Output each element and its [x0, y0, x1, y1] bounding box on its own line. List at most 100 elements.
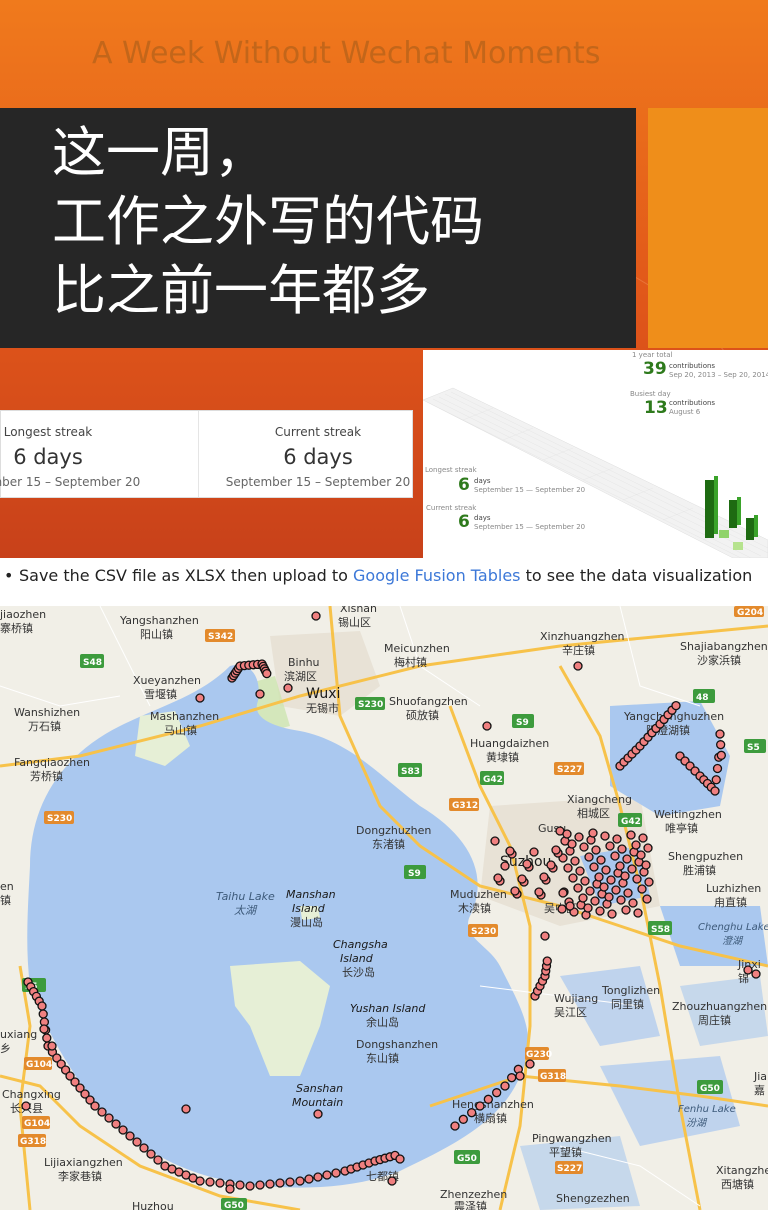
marker[interactable] — [612, 834, 622, 844]
marker[interactable] — [539, 872, 549, 882]
marker[interactable] — [153, 1155, 163, 1165]
marker[interactable] — [525, 1059, 535, 1069]
marker[interactable] — [500, 861, 510, 871]
marker[interactable] — [387, 1176, 397, 1186]
marker[interactable] — [542, 956, 552, 966]
marker[interactable] — [551, 845, 561, 855]
marker[interactable] — [565, 901, 575, 911]
marker[interactable] — [580, 876, 590, 886]
marker[interactable] — [562, 829, 572, 839]
marker[interactable] — [596, 855, 606, 865]
marker[interactable] — [633, 908, 643, 918]
marker[interactable] — [313, 1172, 323, 1182]
marker[interactable] — [563, 863, 573, 873]
marker[interactable] — [111, 1119, 121, 1129]
marker[interactable] — [637, 884, 647, 894]
marker[interactable] — [631, 840, 641, 850]
marker[interactable] — [605, 841, 615, 851]
marker[interactable] — [245, 1181, 255, 1191]
marker[interactable] — [617, 844, 627, 854]
marker[interactable] — [493, 873, 503, 883]
marker[interactable] — [595, 906, 605, 916]
marker[interactable] — [285, 1177, 295, 1187]
marker[interactable] — [715, 729, 725, 739]
marker[interactable] — [510, 886, 520, 896]
marker[interactable] — [146, 1149, 156, 1159]
marker[interactable] — [611, 885, 621, 895]
marker[interactable] — [104, 1113, 114, 1123]
marker[interactable] — [642, 894, 652, 904]
marker[interactable] — [500, 1081, 510, 1091]
marker[interactable] — [575, 866, 585, 876]
marker[interactable] — [599, 882, 609, 892]
marker[interactable] — [546, 860, 556, 870]
marker[interactable] — [567, 839, 577, 849]
marker[interactable] — [395, 1154, 405, 1164]
marker[interactable] — [710, 786, 720, 796]
marker[interactable] — [610, 851, 620, 861]
marker[interactable] — [47, 1041, 57, 1051]
marker[interactable] — [607, 909, 617, 919]
marker[interactable] — [139, 1143, 149, 1153]
marker[interactable] — [490, 836, 500, 846]
marker[interactable] — [615, 861, 625, 871]
marker[interactable] — [601, 865, 611, 875]
marker[interactable] — [626, 830, 636, 840]
marker[interactable] — [492, 1088, 502, 1098]
marker[interactable] — [529, 847, 539, 857]
marker[interactable] — [588, 828, 598, 838]
marker[interactable] — [557, 904, 567, 914]
marker[interactable] — [632, 874, 642, 884]
marker[interactable] — [711, 775, 721, 785]
fusion-tables-link[interactable]: Google Fusion Tables — [353, 566, 520, 585]
marker[interactable] — [97, 1107, 107, 1117]
marker[interactable] — [505, 846, 515, 856]
marker[interactable] — [716, 750, 726, 760]
marker[interactable] — [589, 862, 599, 872]
marker[interactable] — [90, 1101, 100, 1111]
marker[interactable] — [225, 1184, 235, 1194]
marker[interactable] — [594, 872, 604, 882]
marker[interactable] — [636, 850, 646, 860]
marker[interactable] — [475, 1101, 485, 1111]
marker[interactable] — [37, 1001, 47, 1011]
marker[interactable] — [643, 843, 653, 853]
marker[interactable] — [482, 721, 492, 731]
map-visualization[interactable]: S342 S48 S230 S9 G42 S83 S227 G312 G42 S… — [0, 606, 768, 1210]
marker[interactable] — [215, 1178, 225, 1188]
marker[interactable] — [255, 689, 265, 699]
marker[interactable] — [591, 845, 601, 855]
marker[interactable] — [262, 668, 272, 679]
marker[interactable] — [515, 1071, 525, 1081]
marker[interactable] — [540, 931, 550, 941]
marker[interactable] — [590, 896, 600, 906]
marker[interactable] — [627, 864, 637, 874]
marker[interactable] — [265, 1179, 275, 1189]
marker[interactable] — [751, 969, 761, 979]
marker[interactable] — [458, 1114, 468, 1124]
marker[interactable] — [118, 1125, 128, 1135]
marker[interactable] — [616, 895, 626, 905]
marker[interactable] — [295, 1176, 305, 1186]
marker[interactable] — [600, 831, 610, 841]
marker[interactable] — [568, 873, 578, 883]
marker[interactable] — [467, 1108, 477, 1118]
marker[interactable] — [671, 700, 681, 711]
marker[interactable] — [275, 1178, 285, 1188]
marker[interactable] — [623, 888, 633, 898]
marker[interactable] — [620, 871, 630, 881]
marker[interactable] — [583, 903, 593, 913]
marker[interactable] — [716, 740, 726, 750]
marker[interactable] — [628, 898, 638, 908]
marker[interactable] — [622, 854, 632, 864]
marker[interactable] — [125, 1131, 135, 1141]
marker[interactable] — [42, 1033, 52, 1043]
marker[interactable] — [570, 856, 580, 866]
marker[interactable] — [534, 887, 544, 897]
marker[interactable] — [574, 832, 584, 842]
marker[interactable] — [585, 886, 595, 896]
marker[interactable] — [641, 860, 651, 870]
marker[interactable] — [311, 611, 321, 621]
marker[interactable] — [39, 1024, 49, 1034]
marker[interactable] — [578, 893, 588, 903]
